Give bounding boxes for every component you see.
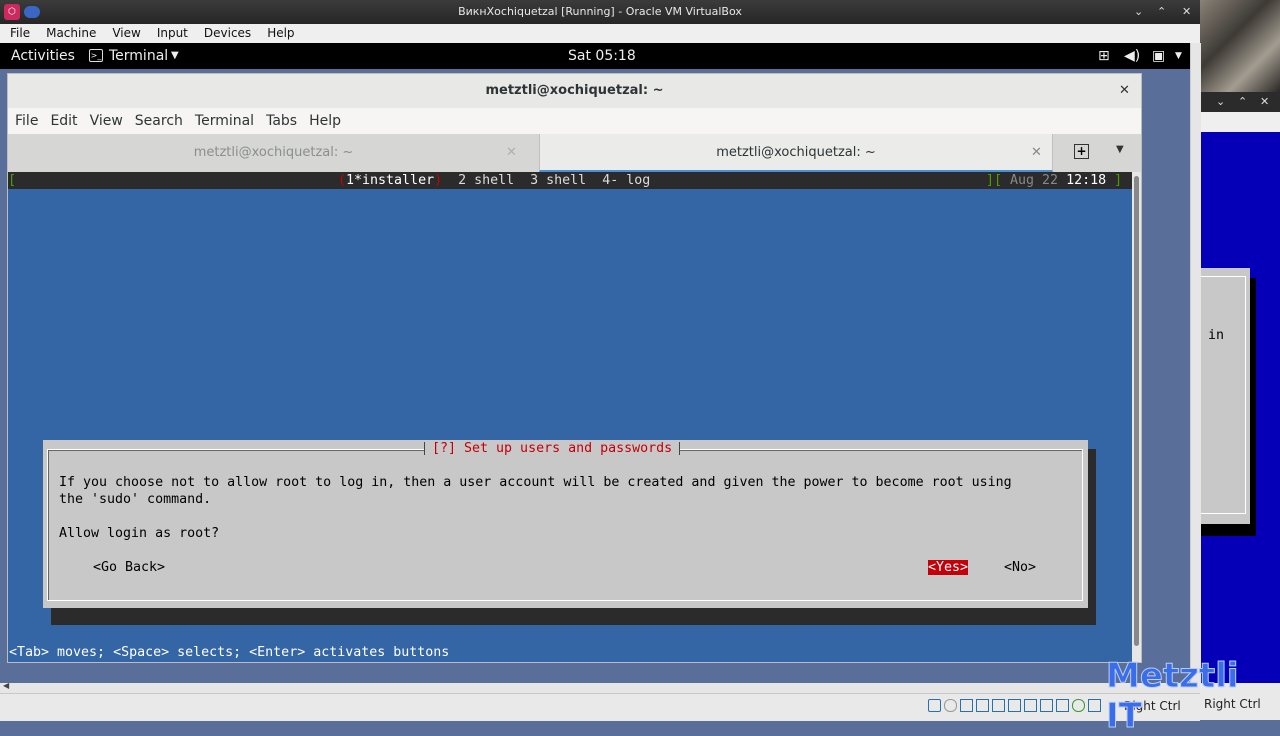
- bracket: ): [434, 173, 443, 188]
- bg-dialog-shadow-bottom: [1200, 524, 1256, 536]
- dialog-frame: [47, 449, 1083, 601]
- app-menu-button[interactable]: Terminal: [109, 43, 168, 69]
- menu-devices[interactable]: Devices: [194, 24, 257, 43]
- terminal-menubar: File Edit View Search Terminal Tabs Help: [8, 108, 1141, 134]
- audio-icon[interactable]: [960, 699, 973, 712]
- virtualization-icon[interactable]: [1056, 699, 1069, 712]
- close-icon[interactable]: ✕: [1031, 134, 1042, 172]
- scrollbar-thumb[interactable]: [1134, 176, 1139, 646]
- terminal-screen[interactable]: [(1*installer) 2 shell 3 shell 4- log][ …: [8, 172, 1132, 662]
- no-button[interactable]: <No>: [1004, 560, 1036, 575]
- terminal-titlebar: metztli@xochiquetzal: ~ ✕: [8, 74, 1141, 108]
- bg-dialog-shadow: [1250, 278, 1256, 536]
- tab-1[interactable]: metztli@xochiquetzal: ~ ✕: [8, 134, 539, 172]
- menu-view[interactable]: View: [83, 108, 128, 134]
- dialog-text-line-2: the 'sudo' command.: [59, 492, 212, 507]
- tab-label: metztli@xochiquetzal: ~: [716, 145, 876, 160]
- network-icon[interactable]: [976, 699, 989, 712]
- bracket: (: [338, 173, 347, 188]
- screen-window-1: 1*installer: [346, 173, 435, 188]
- vbox-scrollbar[interactable]: [1190, 43, 1201, 683]
- display-icon[interactable]: [1024, 699, 1037, 712]
- help-line: <Tab> moves; <Space> selects; <Enter> ac…: [9, 645, 450, 660]
- gnome-top-bar: Activities >_ Terminal ▼ Sat 05:18 ⊞ ◀) …: [0, 43, 1190, 69]
- dialog-text-line-1: If you choose not to allow root to log i…: [59, 475, 1012, 490]
- yes-button[interactable]: <Yes>: [928, 560, 969, 575]
- close-icon[interactable]: ✕: [506, 134, 517, 172]
- new-tab-icon[interactable]: +: [1074, 144, 1089, 159]
- chevron-down-icon[interactable]: ⌄: [1216, 92, 1225, 112]
- tabs-menu-caret-icon[interactable]: ▼: [1116, 144, 1124, 155]
- menu-edit[interactable]: Edit: [43, 108, 82, 134]
- installer-dialog: [?] Set up users and passwords If you ch…: [43, 440, 1088, 608]
- shared-folders-icon[interactable]: [1008, 699, 1021, 712]
- watermark-logo: Metztli IT: [1106, 656, 1240, 736]
- network-icon[interactable]: ⊞: [1098, 43, 1110, 69]
- caret-down-icon: ▼: [171, 50, 179, 61]
- vbox-window-title: ВикнXochiquetzal [Running] - Oracle VM V…: [458, 5, 742, 18]
- go-back-button[interactable]: <Go Back>: [93, 560, 165, 575]
- background-vm-window: ⌄ ⌃ ✕ g in Right Ctrl: [1192, 0, 1280, 720]
- system-menu-caret-icon[interactable]: ▼: [1175, 43, 1182, 69]
- terminal-app-icon: >_: [89, 49, 103, 62]
- terminal-title: metztli@xochiquetzal: ~: [485, 83, 664, 98]
- close-icon[interactable]: ✕: [1182, 0, 1191, 24]
- clock[interactable]: Sat 05:18: [568, 43, 636, 69]
- screen-windows-list: 2 shell 3 shell 4- log: [442, 173, 651, 188]
- menu-tabs[interactable]: Tabs: [259, 108, 302, 134]
- bracket: [: [8, 173, 17, 188]
- terminal-window: metztli@xochiquetzal: ~ ✕ File Edit View Se…: [7, 73, 1142, 663]
- virtualbox-logo-icon: ⬡: [4, 4, 20, 20]
- menu-input[interactable]: Input: [147, 24, 194, 43]
- tab-bar: metztli@xochiquetzal: ~ ✕ metztli@xochiq…: [8, 134, 1141, 173]
- tab-2[interactable]: metztli@xochiquetzal: ~ ✕: [539, 134, 1053, 172]
- bg-window-titlebar: ⌄ ⌃ ✕: [1200, 92, 1280, 112]
- minimize-icon[interactable]: ⌄: [1134, 0, 1143, 24]
- menu-search[interactable]: Search: [128, 108, 188, 134]
- screen-status-bar: [(1*installer) 2 shell 3 shell 4- log][ …: [8, 172, 1132, 189]
- menu-terminal[interactable]: Terminal: [188, 108, 259, 134]
- screen-date: Aug 22: [1002, 173, 1067, 188]
- optical-drive-icon[interactable]: [944, 699, 957, 712]
- maximize-icon[interactable]: ⌃: [1157, 0, 1166, 24]
- recording-icon[interactable]: [1040, 699, 1053, 712]
- tab-label: metztli@xochiquetzal: ~: [193, 145, 354, 160]
- menu-view[interactable]: View: [102, 24, 146, 43]
- bg-window-menubar: [1200, 112, 1280, 132]
- hdd-icon[interactable]: [928, 699, 941, 712]
- menu-help[interactable]: Help: [302, 108, 346, 134]
- usb-icon[interactable]: [992, 699, 1005, 712]
- window-menu-icon[interactable]: [24, 6, 40, 18]
- screen-time: 12:18: [1066, 173, 1107, 188]
- bracket: ][: [986, 173, 1003, 188]
- volume-icon[interactable]: ◀): [1124, 43, 1140, 69]
- activities-button[interactable]: Activities: [11, 43, 75, 69]
- bracket: ]: [1106, 173, 1123, 188]
- keyboard-icon[interactable]: [1088, 699, 1101, 712]
- mouse-integration-icon[interactable]: [1072, 699, 1085, 712]
- menu-file[interactable]: File: [0, 24, 36, 43]
- vbox-status-bar: Right Ctrl: [0, 693, 1200, 721]
- device-icons: [928, 699, 1118, 715]
- dialog-title: [?] Set up users and passwords: [424, 440, 681, 457]
- menu-help[interactable]: Help: [257, 24, 300, 43]
- vbox-titlebar: ⬡ ВикнXochiquetzal [Running] - Oracle VM…: [0, 0, 1200, 24]
- menu-file[interactable]: File: [8, 108, 43, 134]
- close-icon[interactable]: ✕: [1260, 92, 1269, 112]
- terminal-scrollbar[interactable]: [1132, 172, 1141, 662]
- horizontal-scrollbar[interactable]: ◀: [0, 681, 1200, 693]
- dialog-question: Allow login as root?: [59, 526, 220, 541]
- bg-dialog: g in: [1192, 268, 1250, 524]
- chevron-up-icon[interactable]: ⌃: [1238, 92, 1247, 112]
- vbox-menubar: File Machine View Input Devices Help: [0, 24, 1200, 43]
- battery-icon[interactable]: ▣: [1152, 43, 1165, 69]
- close-icon[interactable]: ✕: [1119, 74, 1130, 108]
- menu-machine[interactable]: Machine: [36, 24, 102, 43]
- scroll-left-icon[interactable]: ◀: [3, 681, 9, 690]
- desktop-wallpaper: [1200, 0, 1280, 92]
